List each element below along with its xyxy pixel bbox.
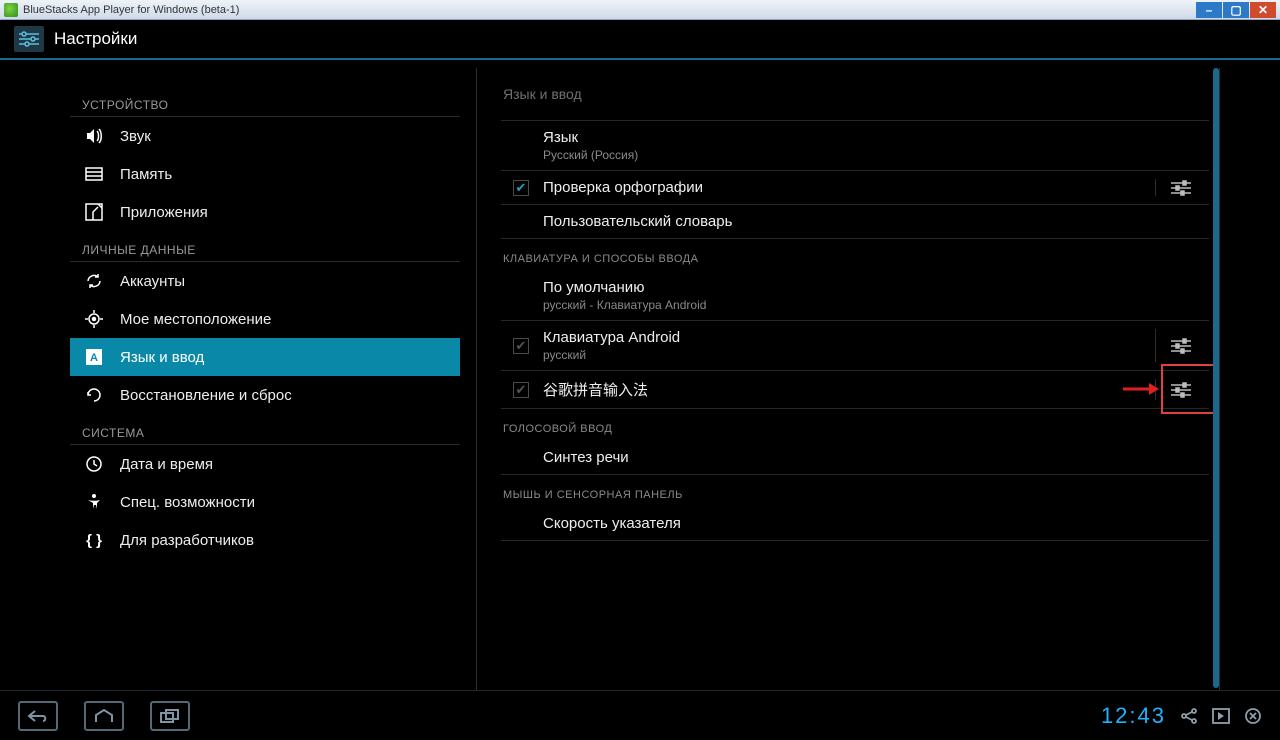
row-google-pinyin[interactable]: ✔ 谷歌拼音输入法 bbox=[501, 371, 1209, 409]
sidebar-item-label: Язык и ввод bbox=[120, 349, 204, 366]
close-circle-icon[interactable] bbox=[1244, 707, 1262, 725]
language-icon: A bbox=[84, 347, 104, 367]
memory-icon bbox=[84, 164, 104, 184]
row-title: Скорость указателя bbox=[543, 515, 1205, 532]
sound-icon bbox=[84, 126, 104, 146]
settings-sliders-button[interactable] bbox=[1155, 179, 1205, 196]
checkbox-icon: ✔ bbox=[513, 382, 529, 398]
sidebar-item-label: Аккаунты bbox=[120, 273, 185, 290]
panel-scrollbar[interactable] bbox=[1213, 68, 1219, 698]
reset-icon bbox=[84, 385, 104, 405]
app-header: Настройки bbox=[0, 20, 1280, 60]
panel-title: Язык и ввод bbox=[501, 86, 1209, 121]
bluestacks-logo-icon bbox=[4, 3, 18, 17]
sidebar-item-language[interactable]: A Язык и ввод bbox=[70, 338, 460, 376]
page-title: Настройки bbox=[54, 29, 137, 49]
sidebar-item-reset[interactable]: Восстановление и сброс bbox=[70, 376, 460, 414]
row-android-keyboard[interactable]: ✔ Клавиатура Android русский bbox=[501, 321, 1209, 371]
sidebar: УСТРОЙСТВО Звук Память Приложения ЛИЧНЫЕ… bbox=[70, 68, 460, 688]
sidebar-item-label: Дата и время bbox=[120, 456, 213, 473]
windows-titlebar: BlueStacks App Player for Windows (beta-… bbox=[0, 0, 1280, 20]
window-close-button[interactable]: ✕ bbox=[1250, 2, 1276, 18]
row-subtitle: русский bbox=[543, 348, 1155, 362]
row-subtitle: Русский (Россия) bbox=[543, 148, 1205, 162]
sidebar-item-memory[interactable]: Память bbox=[70, 155, 460, 193]
checkbox-icon: ✔ bbox=[513, 338, 529, 354]
sidebar-item-label: Для разработчиков bbox=[120, 532, 254, 549]
sidebar-item-apps[interactable]: Приложения bbox=[70, 193, 460, 231]
window-minimize-button[interactable]: – bbox=[1196, 2, 1222, 18]
sidebar-section-system: СИСТЕМА bbox=[70, 420, 460, 445]
sidebar-item-accounts[interactable]: Аккаунты bbox=[70, 262, 460, 300]
share-icon[interactable] bbox=[1180, 707, 1198, 725]
window-maximize-button[interactable]: ▢ bbox=[1223, 2, 1249, 18]
section-voice-header: ГОЛОСОВОЙ ВВОД bbox=[501, 409, 1209, 441]
settings-sliders-button[interactable] bbox=[1155, 329, 1205, 362]
section-mouse-header: МЫШЬ И СЕНСОРНАЯ ПАНЕЛЬ bbox=[501, 475, 1209, 507]
accessibility-icon bbox=[84, 492, 104, 512]
settings-panel: Язык и ввод Язык Русский (Россия) ✔ Пров… bbox=[476, 68, 1220, 698]
sidebar-item-label: Спец. возможности bbox=[120, 494, 255, 511]
settings-sliders-icon bbox=[14, 26, 44, 52]
sidebar-item-sound[interactable]: Звук bbox=[70, 117, 460, 155]
sidebar-item-location[interactable]: Мое местоположение bbox=[70, 300, 460, 338]
row-pointer-speed[interactable]: Скорость указателя bbox=[501, 507, 1209, 541]
row-user-dictionary[interactable]: Пользовательский словарь bbox=[501, 205, 1209, 239]
sidebar-item-label: Приложения bbox=[120, 204, 208, 221]
row-title: 谷歌拼音输入法 bbox=[543, 379, 1155, 400]
clock-icon bbox=[84, 454, 104, 474]
sidebar-item-developer[interactable]: { } Для разработчиков bbox=[70, 521, 460, 559]
location-icon bbox=[84, 309, 104, 329]
sidebar-section-personal: ЛИЧНЫЕ ДАННЫЕ bbox=[70, 237, 460, 262]
content-area: УСТРОЙСТВО Звук Память Приложения ЛИЧНЫЕ… bbox=[0, 60, 1280, 688]
row-title: Пользовательский словарь bbox=[543, 213, 1205, 230]
sidebar-section-device: УСТРОЙСТВО bbox=[70, 92, 460, 117]
sidebar-item-accessibility[interactable]: Спец. возможности bbox=[70, 483, 460, 521]
row-default-input[interactable]: По умолчанию русский - Клавиатура Androi… bbox=[501, 271, 1209, 321]
row-title: По умолчанию bbox=[543, 279, 1205, 296]
status-clock: 12:43 bbox=[1101, 703, 1166, 729]
row-subtitle: русский - Клавиатура Android bbox=[543, 298, 1205, 312]
row-title: Синтез речи bbox=[543, 449, 1205, 466]
sidebar-item-label: Восстановление и сброс bbox=[120, 387, 292, 404]
system-tray bbox=[1180, 707, 1262, 725]
sidebar-item-label: Звук bbox=[120, 128, 151, 145]
sidebar-item-label: Мое местоположение bbox=[120, 311, 271, 328]
checkbox-icon[interactable]: ✔ bbox=[513, 180, 529, 196]
apps-icon bbox=[84, 202, 104, 222]
row-language[interactable]: Язык Русский (Россия) bbox=[501, 121, 1209, 171]
nav-recent-button[interactable] bbox=[150, 701, 190, 731]
row-title: Клавиатура Android bbox=[543, 329, 1155, 346]
row-title: Язык bbox=[543, 129, 1205, 146]
android-navbar: 12:43 bbox=[0, 690, 1280, 740]
window-title: BlueStacks App Player for Windows (beta-… bbox=[23, 4, 239, 16]
fullscreen-icon[interactable] bbox=[1212, 708, 1230, 724]
developer-icon: { } bbox=[84, 530, 104, 550]
section-keyboard-header: КЛАВИАТУРА И СПОСОБЫ ВВОДА bbox=[501, 239, 1209, 271]
row-tts[interactable]: Синтез речи bbox=[501, 441, 1209, 475]
nav-home-button[interactable] bbox=[84, 701, 124, 731]
settings-sliders-button[interactable] bbox=[1155, 379, 1205, 400]
svg-text:A: A bbox=[90, 352, 98, 364]
nav-back-button[interactable] bbox=[18, 701, 58, 731]
row-title: Проверка орфографии bbox=[543, 179, 1155, 196]
row-spellcheck[interactable]: ✔ Проверка орфографии bbox=[501, 171, 1209, 205]
sync-icon bbox=[84, 271, 104, 291]
window-controls: – ▢ ✕ bbox=[1195, 2, 1276, 18]
sidebar-item-datetime[interactable]: Дата и время bbox=[70, 445, 460, 483]
sidebar-item-label: Память bbox=[120, 166, 172, 183]
